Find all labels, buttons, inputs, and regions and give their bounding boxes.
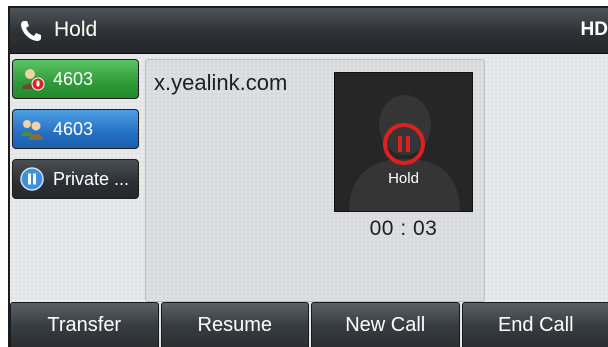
- resume-button[interactable]: Resume: [160, 302, 309, 347]
- caller-avatar: Hold: [334, 72, 473, 212]
- line-key-call-3[interactable]: Private ...: [12, 159, 139, 199]
- softkey-bar: Transfer Resume New Call End Call: [10, 302, 608, 347]
- line-key-call-2[interactable]: 4603: [12, 109, 139, 149]
- new-call-button[interactable]: New Call: [311, 302, 460, 347]
- call-timer: 00 : 03: [369, 217, 438, 240]
- line-key-label: Private ...: [53, 168, 130, 189]
- contacts-group-icon: [21, 120, 43, 140]
- pause-ring-icon: [383, 123, 425, 165]
- transfer-button[interactable]: Transfer: [10, 302, 159, 347]
- end-call-button[interactable]: End Call: [461, 302, 608, 347]
- call-status-label: Hold: [388, 170, 419, 187]
- hd-badge: HD: [580, 19, 608, 40]
- active-call-panel: x.yealink.com Hold 00 : 03: [145, 59, 485, 302]
- line-key-call-1[interactable]: 4603: [12, 59, 139, 99]
- pause-circle-icon: [20, 167, 44, 191]
- line-key-label: 4603: [53, 118, 94, 139]
- line-key-label: 4603: [53, 68, 94, 89]
- contact-mic-muted-icon: [22, 69, 45, 91]
- phone-handset-icon: [21, 21, 41, 41]
- remote-party-name: x.yealink.com: [154, 70, 288, 95]
- screen-title: Hold: [54, 18, 98, 41]
- phone-screen: Hold HD 4603 4603 Private ... x.yealink.…: [8, 6, 608, 347]
- title-bar: Hold HD: [10, 8, 608, 54]
